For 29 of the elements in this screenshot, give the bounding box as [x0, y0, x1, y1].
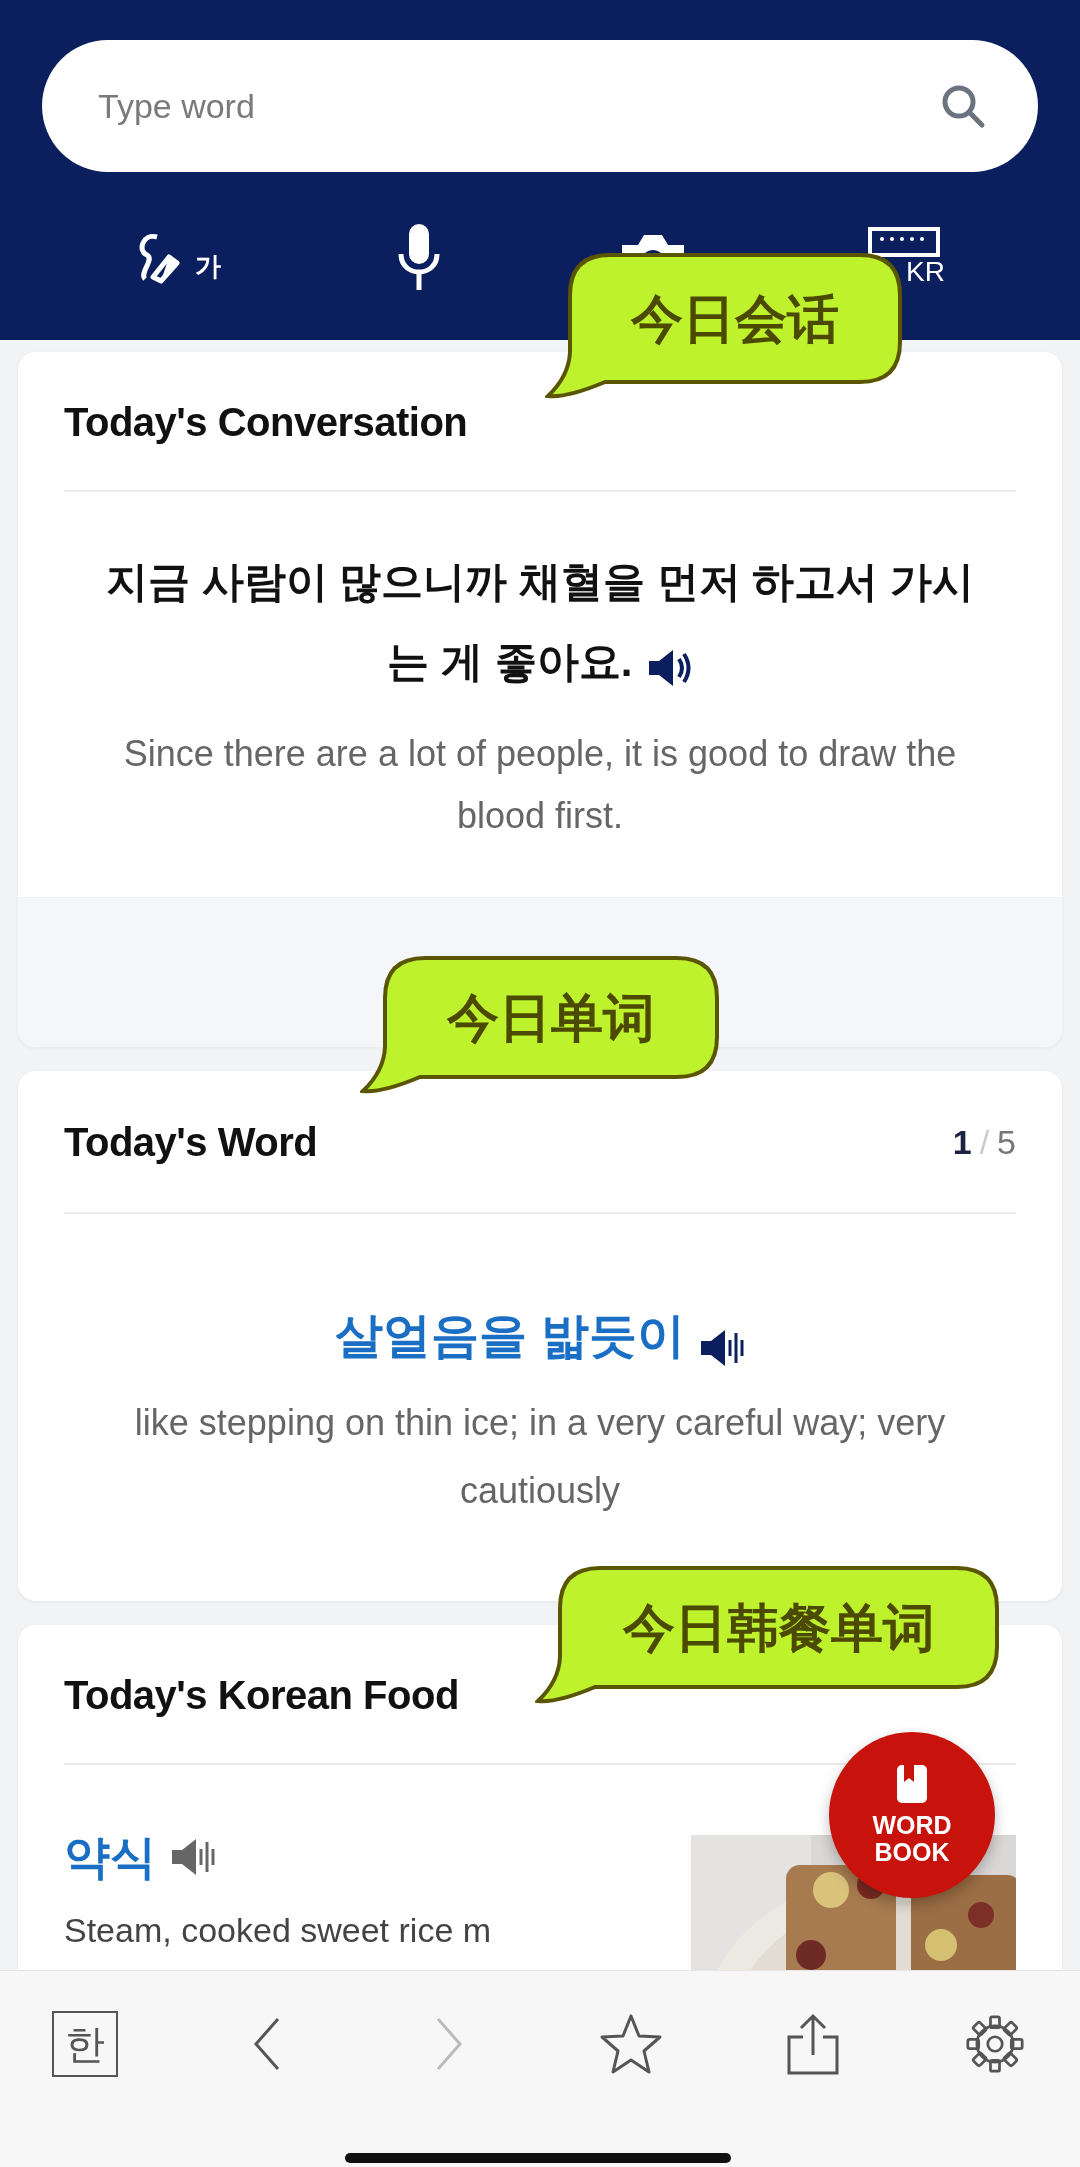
korean-word: 살얼음을 밟듯이 — [335, 1308, 685, 1362]
korean-sentence-line: 지금 사람이 많으니까 채혈을 먼저 하고서 가시 — [106, 558, 974, 605]
search-field[interactable]: Type word — [42, 40, 1038, 172]
annotation-label: 今日韩餐单词 — [622, 1597, 935, 1658]
current-page: 1 — [952, 1122, 972, 1161]
card-title: Today's Conversation — [64, 399, 468, 446]
back-icon — [253, 2017, 281, 2071]
forward-icon — [435, 2017, 463, 2071]
keyboard-button[interactable]: KR — [863, 222, 945, 292]
card-title: Today's Word — [64, 1119, 318, 1167]
page-separator: / — [979, 1122, 990, 1161]
food-description: Steam, cooked sweet rice m — [64, 1909, 492, 1950]
handwriting-button[interactable]: 가 — [135, 222, 221, 292]
star-icon — [599, 2013, 663, 2075]
food-name: 약식 — [64, 1829, 156, 1885]
english-translation: Since there are a lot of people, it is good to draw the blood first. — [122, 731, 958, 838]
keyboard-icon — [868, 227, 940, 257]
annotation-label: 今日单词 — [447, 987, 655, 1048]
annotation-label: 今日会话 — [631, 288, 839, 349]
word-meaning: like stepping on thin ice; in a very careful way; very cautiously — [133, 1400, 947, 1513]
card-title: Today's Korean Food — [64, 1671, 459, 1719]
total-pages: 5 — [997, 1122, 1016, 1161]
share-icon — [786, 2013, 840, 2075]
bookmark-icon — [896, 1764, 928, 1804]
handwriting-label: 가 — [195, 249, 221, 283]
keyboard-label: KR — [906, 257, 945, 287]
korean-sentence-line: 는 게 좋아요. — [387, 638, 633, 685]
hangul-keyboard-button[interactable]: 한 — [52, 2011, 118, 2077]
settings-icon — [966, 2015, 1024, 2073]
